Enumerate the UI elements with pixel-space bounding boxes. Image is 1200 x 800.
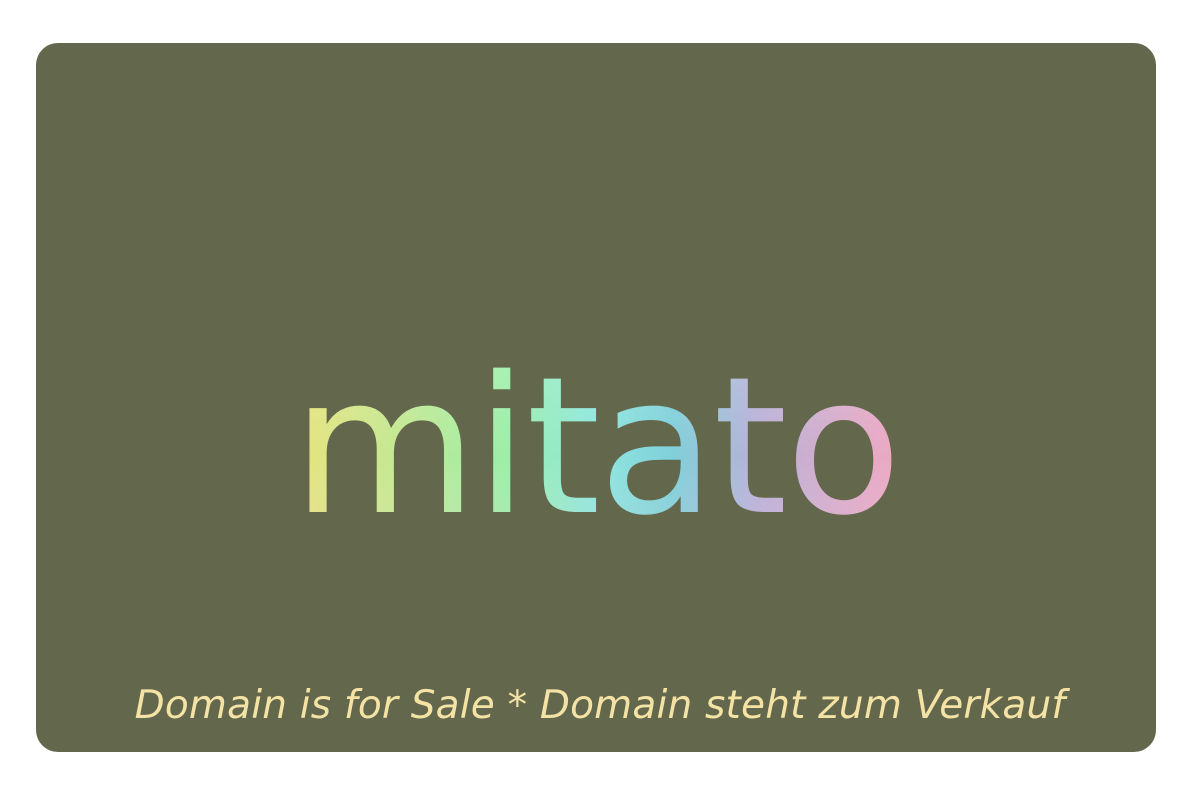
domain-sale-card: mitato mitato Domain is for Sale * Domai…: [36, 43, 1156, 752]
brand-name-sheen: mitato: [292, 336, 900, 531]
page: mitato mitato Domain is for Sale * Domai…: [0, 0, 1200, 800]
brand-logo-svg: mitato mitato: [292, 336, 902, 531]
domain-sale-notice: Domain is for Sale * Domain steht zum Ve…: [134, 683, 1066, 728]
brand-logo: mitato mitato: [36, 311, 1156, 531]
